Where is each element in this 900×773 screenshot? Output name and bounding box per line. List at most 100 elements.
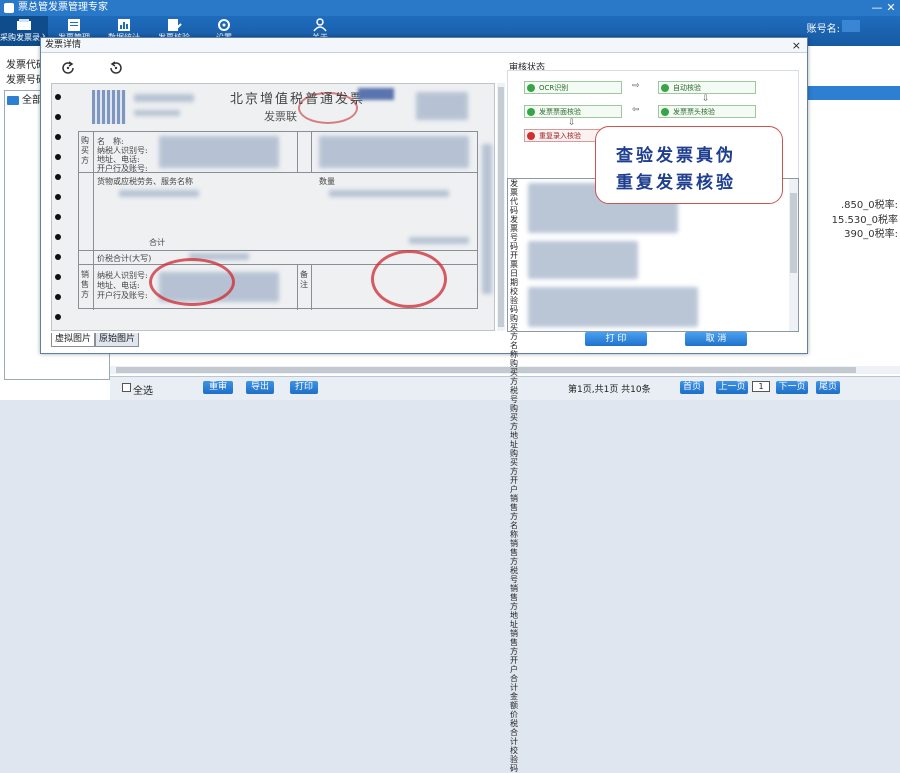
check-icon — [661, 108, 669, 116]
binding-hole — [55, 194, 61, 200]
company-seal — [371, 250, 447, 308]
user-icon — [313, 18, 327, 32]
binding-hole — [55, 294, 61, 300]
scroll-thumb[interactable] — [116, 367, 856, 373]
step-header-verify: 发票票头核验 — [658, 105, 756, 118]
arrow-down-icon: ⇩ — [568, 118, 576, 128]
invoice-table: 购买方 名 称: 纳税人识别号: 地址、电话: 开户行及账号: 货物或应税劳务、… — [78, 131, 478, 310]
binding-hole — [55, 174, 61, 180]
app-logo-icon — [4, 3, 14, 13]
redacted-text — [134, 94, 194, 102]
table-line — [311, 264, 312, 310]
tab-original-image[interactable]: 原始图片 — [95, 333, 139, 347]
seller-seal — [149, 258, 235, 306]
step-label: 自动核验 — [673, 84, 701, 92]
close-window-button[interactable]: ✕ — [884, 0, 898, 16]
seller-label: 销售方 — [81, 270, 89, 299]
account-label: 账号名: — [806, 24, 840, 35]
binding-hole — [55, 94, 61, 100]
select-all-label: 全选 — [133, 386, 153, 397]
prev-page-button[interactable]: 上一页 — [716, 381, 748, 394]
dialog-close-button[interactable]: × — [792, 38, 801, 53]
step-label: OCR识别 — [539, 84, 569, 92]
callout-line-2: 重复发票核验 — [616, 173, 736, 193]
app-title: 票总管发票管理专家 — [18, 2, 108, 13]
last-page-button[interactable]: 尾页 — [816, 381, 840, 394]
buyer-label: 购买方 — [81, 136, 89, 165]
callout-line-1: 查验发票真伪 — [616, 146, 736, 166]
scroll-thumb[interactable] — [790, 193, 797, 273]
table-line — [297, 132, 298, 172]
tree-root-label: 全部 — [22, 95, 42, 106]
dialog-title-bar: 发票详情 × — [41, 38, 807, 53]
invoice-manage-icon — [68, 19, 80, 31]
redacted-text — [329, 190, 449, 197]
remarks-label: 备注 — [300, 270, 308, 289]
scroll-thumb[interactable] — [498, 87, 504, 327]
export-button[interactable]: 导出 — [246, 381, 274, 394]
tab-virtual-image[interactable]: 虚拟图片 — [51, 333, 95, 347]
rotate-left-icon[interactable] — [61, 61, 77, 75]
total-tax-label: 价税合计(大写) — [97, 254, 152, 263]
settings-icon — [218, 19, 230, 31]
invoice-scrollbar[interactable] — [497, 83, 505, 331]
invoice-detail-dialog: 发票详情 × 北京增值税普通发票 发票联 购买方 名 称: 纳税人识别号: 地址… — [40, 37, 808, 773]
quantity-header: 数量 — [319, 177, 335, 186]
step-ocr: OCR识别 — [524, 81, 622, 94]
next-page-button[interactable]: 下一页 — [776, 381, 808, 394]
tree-root-item[interactable]: 全部 — [7, 91, 42, 106]
arrow-left-icon: ⇦ — [632, 105, 640, 115]
table-line — [311, 132, 312, 172]
recheck-button[interactable]: 重审 — [203, 381, 233, 394]
detail-scrollbar[interactable] — [789, 179, 798, 331]
feature-callout: 查验发票真伪 重复发票核验 — [595, 126, 783, 204]
invoice-number-stamp — [358, 88, 394, 100]
rotate-right-icon[interactable] — [107, 61, 123, 75]
table-header — [806, 86, 900, 100]
step-label: 重复录入核验 — [539, 132, 581, 140]
invoice-subtitle: 发票联 — [264, 110, 297, 123]
dialog-title: 发票详情 — [45, 40, 82, 50]
title-bar: 票总管发票管理专家 — ✕ — [0, 0, 900, 16]
horizontal-scrollbar[interactable] — [110, 366, 900, 374]
total-label: 合计 — [149, 238, 165, 247]
table-cell: 390_0税率: — [844, 229, 898, 240]
redacted-text — [528, 287, 698, 327]
redacted-text — [528, 241, 638, 279]
first-page-button[interactable]: 首页 — [680, 381, 704, 394]
binding-hole — [55, 274, 61, 280]
redacted-text — [119, 190, 199, 197]
cancel-button[interactable]: 取 消 — [685, 332, 747, 346]
table-line — [93, 132, 94, 310]
verify-icon — [168, 19, 182, 31]
items-header: 货物或应税劳务、服务名称 — [97, 177, 193, 186]
page-number-input[interactable]: 1 — [752, 381, 770, 392]
error-icon — [527, 132, 535, 140]
step-label: 发票票头核验 — [673, 108, 715, 116]
statistics-icon — [118, 19, 130, 31]
binding-hole — [55, 134, 61, 140]
table-line — [297, 264, 298, 310]
invoice-title: 北京增值税普通发票 — [230, 92, 366, 107]
print-button[interactable]: 打 印 — [585, 332, 647, 346]
redacted-text — [319, 136, 469, 168]
detail-field-labels: 发票代码发票号码开票日期校验码购买方名称购买方税号购买方地址购买方开户销售方名称… — [510, 179, 518, 773]
arrow-right-icon: ⇨ — [632, 81, 640, 91]
arrow-down-icon: ⇩ — [702, 94, 710, 104]
account-value — [842, 20, 860, 32]
paging-info: 第1页,共1页 共10条 — [568, 385, 651, 395]
print-list-button[interactable]: 打印 — [290, 381, 318, 394]
seller-bank-label: 开户行及账号: — [97, 291, 148, 300]
step-auto-verify: 自动核验 — [658, 81, 756, 94]
redacted-text — [409, 237, 469, 244]
folder-icon — [7, 95, 19, 105]
check-icon — [661, 84, 669, 92]
minimize-button[interactable]: — — [870, 0, 884, 16]
invoice-input-icon — [17, 19, 31, 30]
binding-hole — [55, 154, 61, 160]
binding-hole — [55, 254, 61, 260]
binding-hole — [55, 314, 61, 320]
qr-code — [92, 90, 126, 124]
redacted-text — [482, 144, 492, 294]
select-all-checkbox[interactable] — [122, 383, 131, 392]
